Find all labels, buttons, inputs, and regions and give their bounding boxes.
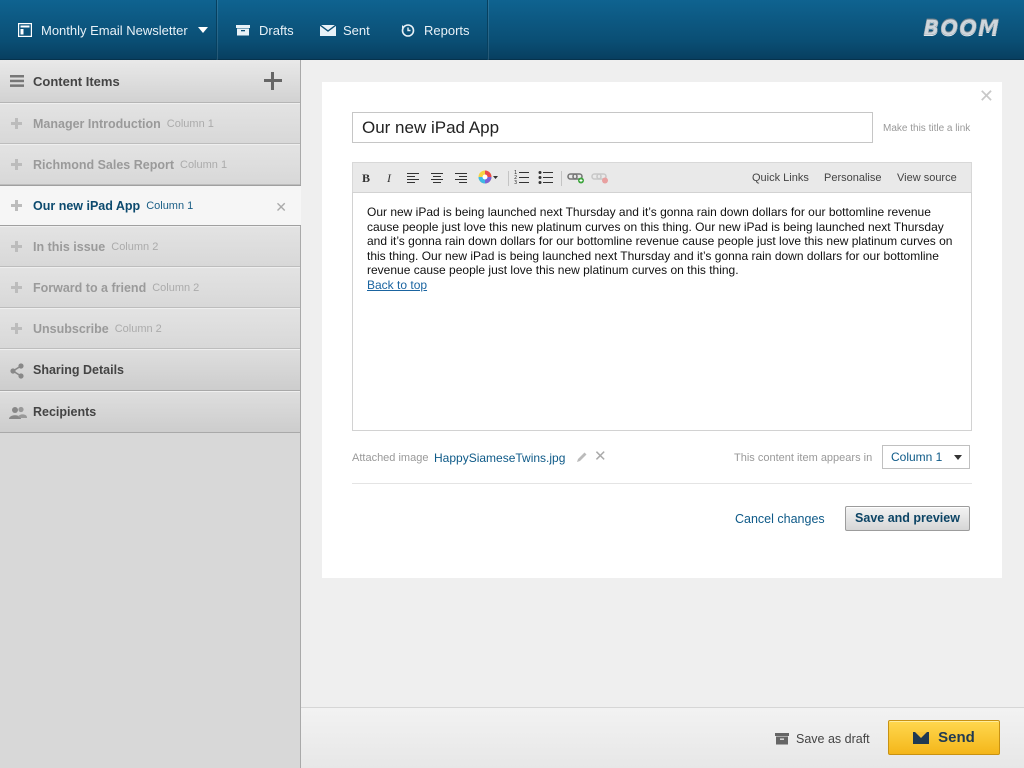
rich-text-editor[interactable]: Our new iPad is being launched next Thur… — [352, 192, 972, 431]
remove-item-icon[interactable]: ✕ — [275, 199, 287, 216]
sidebar-item-forward-to-a-friend[interactable]: Forward to a friend Column 2 — [0, 267, 300, 308]
divider — [352, 483, 972, 484]
back-to-top-link[interactable]: Back to top — [367, 278, 427, 292]
color-picker-icon[interactable] — [477, 169, 498, 185]
sidebar-item-unsubscribe[interactable]: Unsubscribe Column 2 — [0, 308, 300, 349]
sidebar-item-label: Unsubscribe — [33, 321, 109, 336]
drag-handle-icon[interactable] — [11, 323, 22, 334]
share-icon — [9, 363, 25, 379]
divider — [487, 0, 488, 60]
sidebar-item-label: Forward to a friend — [33, 280, 147, 295]
make-title-link[interactable]: Make this title a link — [883, 123, 970, 134]
close-icon[interactable]: ✕ — [979, 86, 994, 107]
envelope-icon — [913, 731, 930, 744]
save-as-draft-label: Save as draft — [796, 732, 870, 746]
newsletter-name: Monthly Email Newsletter — [41, 22, 188, 38]
italic-button[interactable]: I — [381, 170, 397, 186]
save-as-draft-button[interactable]: Save as draft — [775, 732, 870, 746]
view-source-button[interactable]: View source — [897, 172, 957, 184]
pencil-icon[interactable] — [576, 451, 588, 463]
appears-in-label: This content item appears in — [734, 452, 873, 464]
sidebar-item-our-new-ipad-app[interactable]: Our new iPad App Column 1 ✕ — [0, 185, 301, 226]
send-button[interactable]: Send — [888, 720, 1000, 755]
sidebar-item-column: Column 1 — [180, 158, 228, 171]
sidebar-item-column: Column 2 — [152, 281, 200, 294]
sidebar-section-label: Recipients — [33, 405, 97, 419]
sidebar-item-label: Manager Introduction — [33, 116, 161, 131]
remove-link-icon[interactable] — [591, 169, 608, 185]
drag-handle-icon[interactable] — [11, 159, 22, 170]
archive-icon — [236, 23, 250, 37]
align-left-icon[interactable] — [407, 173, 419, 184]
archive-icon — [775, 733, 789, 745]
personalise-button[interactable]: Personalise — [824, 172, 881, 184]
nav-drafts[interactable]: Drafts — [236, 0, 294, 60]
column-select-value: Column 1 — [891, 450, 943, 464]
list-icon — [10, 74, 24, 88]
attached-image-link[interactable]: HappySiameseTwins.jpg — [434, 451, 565, 465]
nav-sent[interactable]: Sent — [319, 0, 370, 60]
newsletter-selector[interactable]: Monthly Email Newsletter — [17, 0, 208, 60]
editor-toolbar: B I 123 Quick Links Personalise View sou… — [352, 162, 972, 192]
sidebar-section-recipients[interactable]: Recipients — [0, 391, 300, 433]
send-label: Send — [938, 729, 975, 746]
attached-image-label: Attached image — [352, 452, 429, 464]
align-right-icon[interactable] — [455, 173, 467, 184]
bold-button[interactable]: B — [358, 170, 374, 186]
newsletter-icon — [17, 22, 33, 38]
sidebar-item-manager-introduction[interactable]: Manager Introduction Column 1 — [0, 103, 300, 144]
nav-reports[interactable]: Reports — [401, 0, 470, 60]
nav-reports-label: Reports — [424, 22, 470, 38]
sidebar-item-column: Column 2 — [111, 240, 159, 253]
content-items-title: Content Items — [33, 73, 120, 89]
add-content-item-icon[interactable] — [264, 72, 282, 90]
top-bar: Monthly Email Newsletter Drafts Sent Rep… — [0, 0, 1024, 60]
sidebar-section-label: Sharing Details — [33, 363, 124, 377]
editor-body-text: Our new iPad is being launched next Thur… — [367, 205, 953, 277]
chevron-down-icon — [197, 27, 208, 33]
divider — [508, 171, 509, 186]
sidebar: Content Items Manager Introduction Colum… — [0, 60, 301, 768]
sidebar-item-label: In this issue — [33, 239, 106, 254]
quick-links-button[interactable]: Quick Links — [752, 172, 809, 184]
save-and-preview-button[interactable]: Save and preview — [845, 506, 970, 531]
sidebar-item-in-this-issue[interactable]: In this issue Column 2 — [0, 226, 300, 267]
sidebar-item-column: Column 2 — [114, 322, 162, 335]
history-icon — [401, 23, 415, 37]
align-center-icon[interactable] — [431, 173, 443, 184]
drag-handle-icon[interactable] — [11, 282, 22, 293]
title-input[interactable] — [352, 112, 873, 143]
bottom-action-bar: Save as draft Send — [301, 707, 1024, 768]
column-select[interactable]: Column 1 — [882, 445, 970, 469]
sidebar-item-label: Our new iPad App — [33, 198, 141, 213]
boom-logo: BOOM — [923, 16, 1000, 41]
bullet-list-icon[interactable] — [538, 169, 554, 185]
divider — [561, 171, 562, 186]
users-icon — [9, 405, 27, 421]
sidebar-item-richmond-sales-report[interactable]: Richmond Sales Report Column 1 — [0, 144, 300, 185]
chevron-down-icon — [954, 455, 962, 460]
cancel-changes-button[interactable]: Cancel changes — [735, 512, 825, 526]
sidebar-item-column: Column 1 — [146, 199, 194, 212]
content-items-header: Content Items — [0, 60, 300, 103]
drag-handle-icon[interactable] — [11, 200, 22, 211]
insert-link-icon[interactable] — [567, 169, 584, 185]
numbered-list-icon[interactable]: 123 — [514, 169, 530, 186]
remove-image-icon[interactable]: ✕ — [594, 447, 607, 465]
sidebar-item-column: Column 1 — [166, 117, 214, 130]
sidebar-item-label: Richmond Sales Report — [33, 157, 174, 172]
drag-handle-icon[interactable] — [11, 118, 22, 129]
sidebar-section-sharing-details[interactable]: Sharing Details — [0, 349, 300, 391]
envelope-icon — [319, 23, 337, 37]
drag-handle-icon[interactable] — [11, 241, 22, 252]
nav-drafts-label: Drafts — [259, 22, 294, 38]
nav-sent-label: Sent — [343, 22, 370, 38]
content-editor-panel: ✕ Make this title a link B I 123 Quick L… — [322, 82, 1002, 578]
svg-text:3: 3 — [514, 180, 517, 185]
divider — [216, 0, 217, 60]
